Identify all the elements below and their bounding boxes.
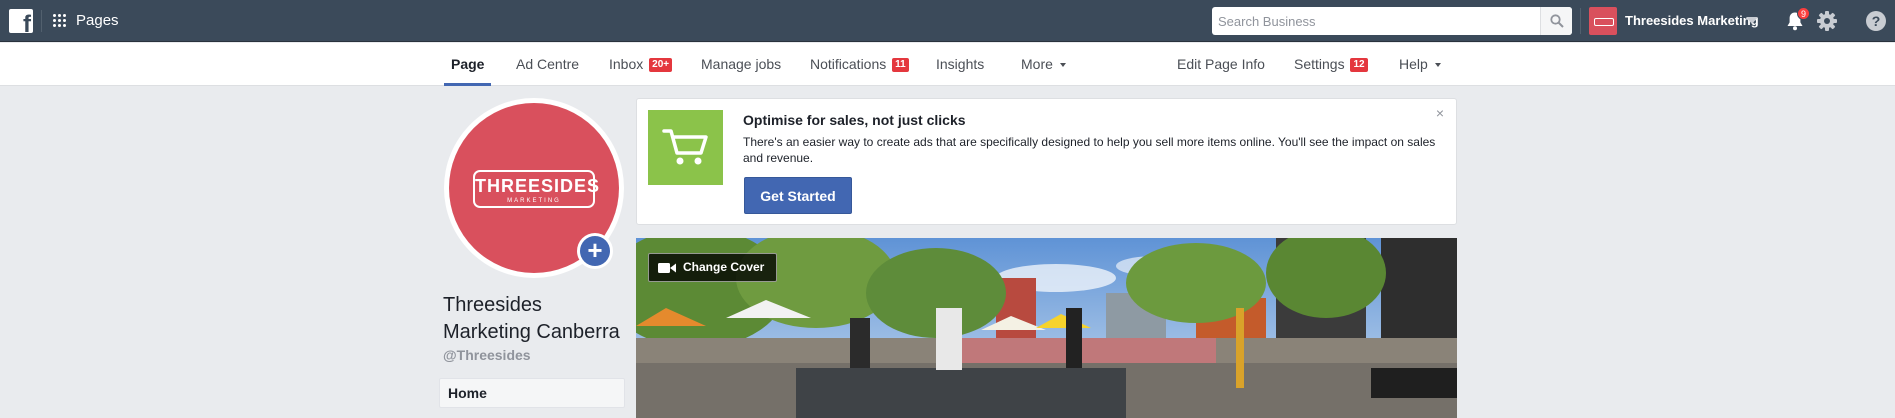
promo-title: Optimise for sales, not just clicks: [743, 112, 966, 128]
gear-icon[interactable]: [1816, 10, 1838, 32]
search-bar: [1212, 7, 1572, 35]
promo-description: There's an easier way to create ads that…: [743, 135, 1436, 165]
edit-page-info-link[interactable]: Edit Page Info: [1177, 43, 1265, 86]
tab-more[interactable]: More: [1021, 43, 1066, 86]
help-menu[interactable]: Help: [1399, 43, 1441, 86]
search-button[interactable]: [1540, 7, 1572, 35]
inbox-badge: 20+: [649, 58, 673, 72]
page-nav-bar: Page Ad Centre Inbox 20+ Manage jobs Not…: [0, 43, 1895, 86]
search-input[interactable]: [1212, 7, 1540, 35]
caret-down-icon: [1059, 63, 1066, 67]
plus-icon: +: [580, 236, 610, 266]
tab-ad-centre[interactable]: Ad Centre: [516, 43, 579, 86]
business-name[interactable]: Threesides Marketing: [1625, 13, 1759, 28]
page-username[interactable]: @Threesides: [443, 347, 531, 363]
top-bar: f Pages Threesides Marketing 9 ?: [0, 0, 1895, 42]
threesides-logo: THREESIDES MARKETING: [473, 170, 599, 208]
divider: [41, 10, 42, 32]
promo-card: Optimise for sales, not just clicks Ther…: [636, 98, 1457, 225]
tab-inbox[interactable]: Inbox 20+: [609, 43, 673, 86]
change-cover-button[interactable]: Change Cover: [648, 253, 778, 282]
divider: [1580, 8, 1581, 34]
add-photo-button[interactable]: +: [577, 233, 613, 269]
help-icon[interactable]: ?: [1866, 11, 1886, 31]
chevron-down-icon[interactable]: [1746, 17, 1758, 24]
settings-badge: 12: [1350, 58, 1368, 72]
caret-down-icon: [1434, 63, 1441, 67]
apps-grid-icon[interactable]: [53, 14, 67, 28]
close-icon[interactable]: ×: [1436, 105, 1444, 121]
promo-image: [648, 110, 723, 185]
search-icon: [1550, 14, 1564, 28]
notifications-badge: 11: [892, 58, 909, 72]
business-avatar[interactable]: [1589, 7, 1617, 35]
tab-manage-jobs[interactable]: Manage jobs: [701, 43, 781, 86]
cover-photo[interactable]: Change Cover: [636, 238, 1457, 418]
notification-count-badge: 9: [1797, 7, 1810, 20]
settings-link[interactable]: Settings 12: [1294, 43, 1368, 86]
tab-notifications[interactable]: Notifications 11: [810, 43, 909, 86]
tab-insights[interactable]: Insights: [936, 43, 984, 86]
facebook-logo-icon[interactable]: f: [9, 9, 33, 33]
shopping-cart-icon: [662, 129, 708, 165]
sidebar-item-home[interactable]: Home: [439, 378, 625, 408]
pages-menu-label[interactable]: Pages: [76, 12, 119, 29]
video-camera-icon: [658, 263, 676, 273]
page-title: Threesides Marketing Canberra: [443, 294, 620, 343]
tab-page[interactable]: Page: [443, 43, 493, 86]
get-started-button[interactable]: Get Started: [744, 177, 852, 214]
